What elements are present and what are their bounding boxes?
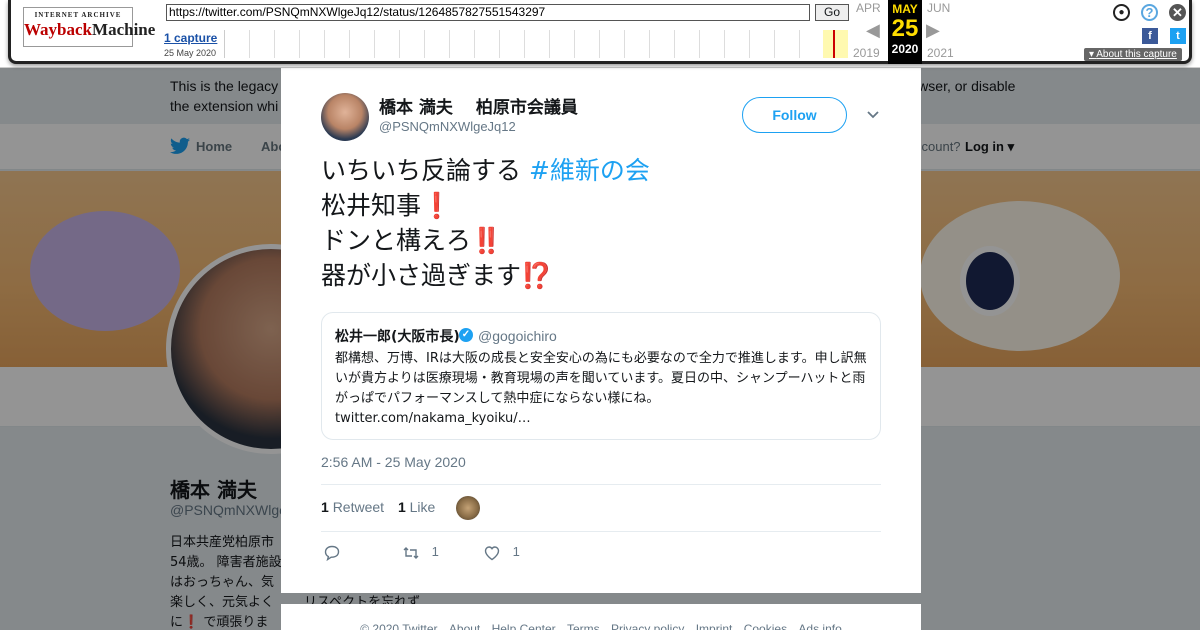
quoted-tweet-text: 都構想、万博、IRは大阪の成長と安全安心の為にも必要なので全力で推進します。申し… <box>335 349 871 429</box>
follow-button[interactable]: Follow <box>742 97 847 133</box>
author-avatar[interactable] <box>321 93 369 141</box>
footer-link-ads[interactable]: Ads info <box>798 622 841 630</box>
retweet-icon <box>403 547 419 559</box>
retweet-stat-label: Retweet <box>332 499 385 515</box>
footer-copyright: © 2020 Twitter <box>360 622 438 630</box>
wayback-go-button[interactable]: Go <box>815 4 849 21</box>
heart-icon <box>484 546 500 561</box>
interrobang-emoji: ⁉️ <box>521 261 553 290</box>
quoted-author-name: 松井一郎(大阪市長) <box>335 329 460 345</box>
current-year: 2020 <box>891 42 919 56</box>
footer-link-terms[interactable]: Terms <box>567 622 600 630</box>
tweet-line3: ドンと構えろ <box>321 226 472 255</box>
divider <box>321 484 881 485</box>
help-icon[interactable]: ? <box>1141 4 1158 21</box>
current-capture: MAY 25 2020 <box>888 0 922 64</box>
next-month[interactable]: JUN <box>927 1 950 15</box>
capture-date: 25 May 2020 <box>164 48 217 58</box>
like-stat-label: Like <box>409 499 436 515</box>
author-handle[interactable]: @PSNQmNXWlgeJq12 <box>379 119 516 134</box>
hashtag-link[interactable]: #維新の会 <box>529 156 650 185</box>
close-icon[interactable]: ✕ <box>1169 4 1186 21</box>
retweet-action-count: 1 <box>431 544 439 560</box>
facebook-icon[interactable]: f <box>1142 28 1158 44</box>
quoted-text-body: 都構想、万博、IRは大阪の成長と安全安心の為にも必要なので全力で推進します。申し… <box>335 351 867 406</box>
prev-arrow-icon[interactable]: ◀ <box>866 20 880 41</box>
captures-link[interactable]: 1 capture <box>164 31 217 45</box>
quoted-tweet[interactable]: 松井一郎(大阪市長) ✓ @gogoichiro 都構想、万博、IRは大阪の成長… <box>321 312 881 440</box>
wayback-logo-top: INTERNET ARCHIVE <box>34 11 122 19</box>
about-capture-label: About this capture <box>1096 49 1177 60</box>
capture-sparkline[interactable] <box>224 30 849 58</box>
quoted-link[interactable]: twitter.com/nakama_kyoiku/… <box>335 411 531 426</box>
footer: © 2020 Twitter About Help Center Terms P… <box>281 604 921 630</box>
current-day: 25 <box>891 15 919 42</box>
tweet-line2: 松井知事 <box>321 191 422 220</box>
tweet-line1: いちいち反論する <box>321 156 529 185</box>
author-name[interactable]: 橋本 満夫 柏原市会議員 <box>379 93 578 118</box>
tweet-text: いちいち反論する #維新の会 松井知事❗ ドンと構えろ‼️ 器が小さ過ぎます⁉️ <box>321 153 650 293</box>
double-exclamation-emoji: ‼️ <box>471 226 503 255</box>
verified-badge-icon: ✓ <box>459 328 473 342</box>
about-capture-button[interactable]: ▾ About this capture <box>1084 48 1182 61</box>
like-action-count: 1 <box>512 544 520 560</box>
tweet-timestamp[interactable]: 2:56 AM - 25 May 2020 <box>321 454 466 470</box>
wayback-logo-word1: Wayback <box>24 20 93 39</box>
retweet-count: 1 <box>321 499 329 515</box>
reply-icon <box>324 545 340 562</box>
current-month: MAY <box>892 2 918 16</box>
next-year[interactable]: 2021 <box>927 46 954 60</box>
tweet-stats: 1 Retweet 1 Like <box>321 499 435 515</box>
footer-link-about[interactable]: About <box>449 622 480 630</box>
user-account-icon[interactable]: ● <box>1113 4 1130 21</box>
chevron-down-icon[interactable] <box>865 106 881 122</box>
wayback-toolbar-frame: INTERNET ARCHIVE WaybackMachine https://… <box>8 0 1192 64</box>
divider <box>321 531 881 532</box>
wayback-toolbar: INTERNET ARCHIVE WaybackMachine https://… <box>0 0 1200 68</box>
like-button[interactable]: 1 <box>483 544 520 562</box>
footer-link-imprint[interactable]: Imprint <box>696 622 733 630</box>
footer-link-privacy[interactable]: Privacy policy <box>611 622 684 630</box>
like-count: 1 <box>397 499 406 515</box>
quoted-author-handle: @gogoichiro <box>478 328 557 344</box>
next-arrow-icon[interactable]: ▶ <box>926 20 940 41</box>
prev-month[interactable]: APR <box>856 1 881 15</box>
wayback-url-input[interactable]: https://twitter.com/PSNQmNXWlgeJq12/stat… <box>166 4 810 21</box>
retweet-button[interactable]: 1 <box>402 544 439 562</box>
wayback-logo[interactable]: INTERNET ARCHIVE WaybackMachine <box>23 7 155 47</box>
footer-link-help[interactable]: Help Center <box>492 622 556 630</box>
like-stat[interactable]: 1 Like <box>398 499 435 515</box>
liker-avatar[interactable] <box>456 496 480 520</box>
reply-button[interactable] <box>323 544 341 562</box>
triangle-down-icon: ▾ <box>1089 49 1095 60</box>
wayback-logo-word2: Machine <box>92 20 156 39</box>
wayback-logo-main: WaybackMachine <box>24 20 155 40</box>
prev-year[interactable]: 2019 <box>853 46 880 60</box>
tweet-line4: 器が小さ過ぎます <box>321 261 522 290</box>
tweet-permalink-modal: 橋本 満夫 柏原市会議員 @PSNQmNXWlgeJq12 Follow いちい… <box>281 68 921 593</box>
sparkline-capture-mark <box>833 30 835 58</box>
exclamation-emoji: ❗ <box>421 191 453 220</box>
footer-link-cookies[interactable]: Cookies <box>744 622 787 630</box>
sparkline-highlight <box>823 30 848 58</box>
retweet-stat[interactable]: 1 Retweet <box>321 499 384 515</box>
page: This is the legacy wser, or disable the e… <box>0 0 1200 630</box>
twitter-share-icon[interactable]: t <box>1170 28 1186 44</box>
